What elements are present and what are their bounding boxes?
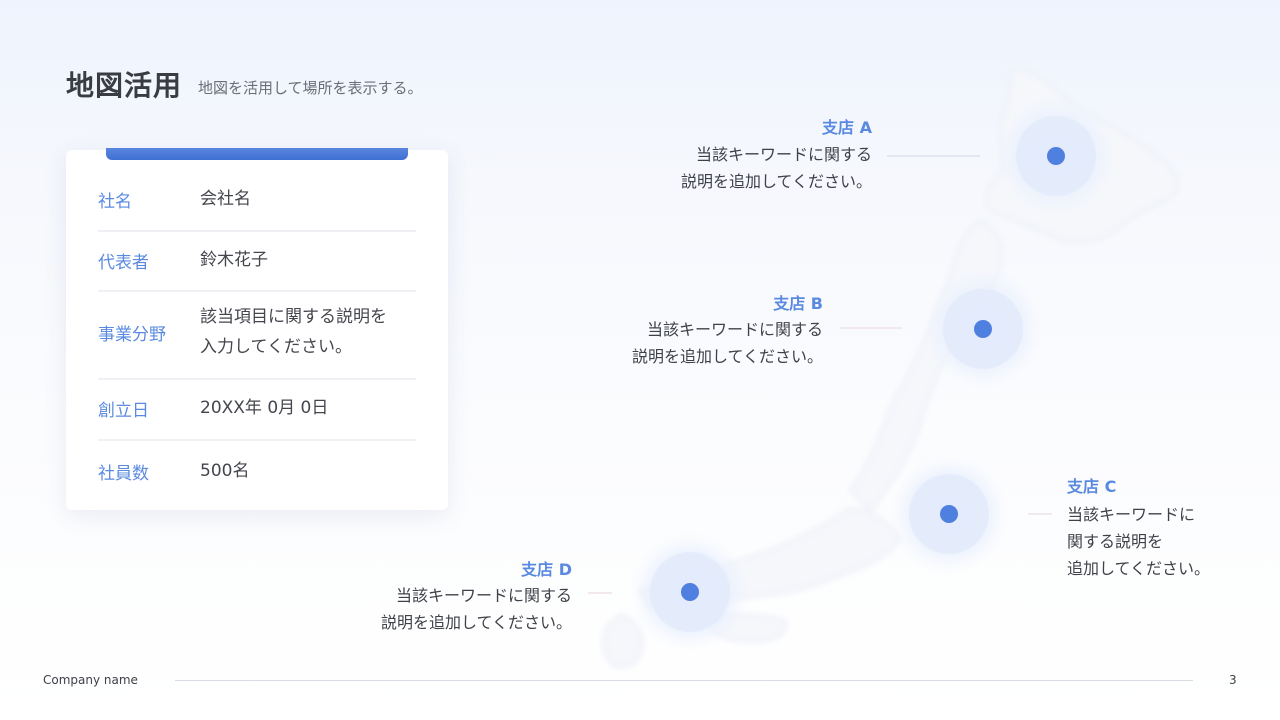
- branch-b-desc-line1: 当該キーワードに関する: [646, 320, 823, 339]
- business-field-row: 事業分野 該当項目に関する説明を 入力してください。: [98, 302, 416, 362]
- founded-value: 20XX年 0月 0日: [200, 398, 329, 418]
- branch-c-title: 支店 C: [1067, 477, 1117, 496]
- employees-value: 500名: [200, 461, 250, 481]
- branch-c-desc-line2: 関する説明を: [1067, 532, 1164, 551]
- branch-a-marker[interactable]: [996, 96, 1116, 216]
- branch-d-desc-line2: 説明を追加してください。: [380, 613, 572, 632]
- founded-row: 創立日 20XX年 0月 0日: [98, 393, 416, 423]
- location-marker-icon: [940, 505, 958, 523]
- business-field-value: 該当項目に関する説明を 入力してください。: [200, 302, 387, 362]
- location-marker-icon: [974, 320, 992, 338]
- business-field-value-line2: 入力してください。: [200, 337, 352, 357]
- representative-value: 鈴木花子: [200, 250, 268, 270]
- page-subtitle: 地図を活用して場所を表示する。: [198, 79, 423, 97]
- branch-b-description: 当該キーワードに関する 説明を追加してください。: [632, 316, 823, 370]
- branch-d-marker[interactable]: [630, 532, 750, 652]
- branch-a-title: 支店 A: [822, 118, 872, 137]
- branch-c-marker[interactable]: [889, 454, 1009, 574]
- branch-c-description: 当該キーワードに 関する説明を 追加してください。: [1067, 501, 1210, 582]
- branch-d-title: 支店 D: [521, 560, 572, 579]
- company-name-label: 社名: [98, 191, 132, 212]
- branch-b-desc-line2: 説明を追加してください。: [631, 347, 823, 366]
- branch-d-desc-line1: 当該キーワードに関する: [395, 586, 572, 605]
- card-accent-bar: [106, 148, 408, 160]
- japan-map-illustration: [588, 68, 1179, 669]
- branch-b-marker[interactable]: [923, 269, 1043, 389]
- company-name-row: 社名 会社名: [98, 184, 416, 214]
- row-divider: [98, 290, 416, 292]
- employees-row: 社員数 500名: [98, 456, 416, 486]
- business-field-value-line1: 該当項目に関する説明を: [200, 307, 387, 327]
- row-divider: [98, 378, 416, 380]
- page-number: 3: [1229, 673, 1237, 687]
- branch-a-desc-line2: 説明を追加してください。: [680, 172, 872, 191]
- representative-label: 代表者: [98, 252, 149, 273]
- row-divider: [98, 439, 416, 441]
- employees-label: 社員数: [98, 463, 149, 484]
- branch-c-desc-line1: 当該キーワードに: [1067, 505, 1196, 524]
- location-marker-icon: [1047, 147, 1065, 165]
- row-divider: [98, 230, 416, 232]
- footer-company-name: Company name: [43, 673, 138, 687]
- company-name-value: 会社名: [200, 189, 251, 209]
- branch-a-desc-line1: 当該キーワードに関する: [695, 145, 872, 164]
- business-field-label: 事業分野: [98, 324, 166, 345]
- branch-d-description: 当該キーワードに関する 説明を追加してください。: [381, 582, 572, 636]
- founded-label: 創立日: [98, 400, 149, 421]
- page-title: 地図活用: [66, 69, 183, 102]
- branch-c-desc-line3: 追加してください。: [1067, 559, 1211, 578]
- footer-divider: [175, 680, 1193, 681]
- representative-row: 代表者 鈴木花子: [98, 245, 416, 275]
- location-marker-icon: [681, 583, 699, 601]
- company-info-card: 社名 会社名 代表者 鈴木花子 事業分野 該当項目に関する説明を 入力してくださ…: [66, 150, 448, 510]
- branch-a-description: 当該キーワードに関する 説明を追加してください。: [681, 141, 872, 195]
- branch-b-title: 支店 B: [773, 294, 823, 313]
